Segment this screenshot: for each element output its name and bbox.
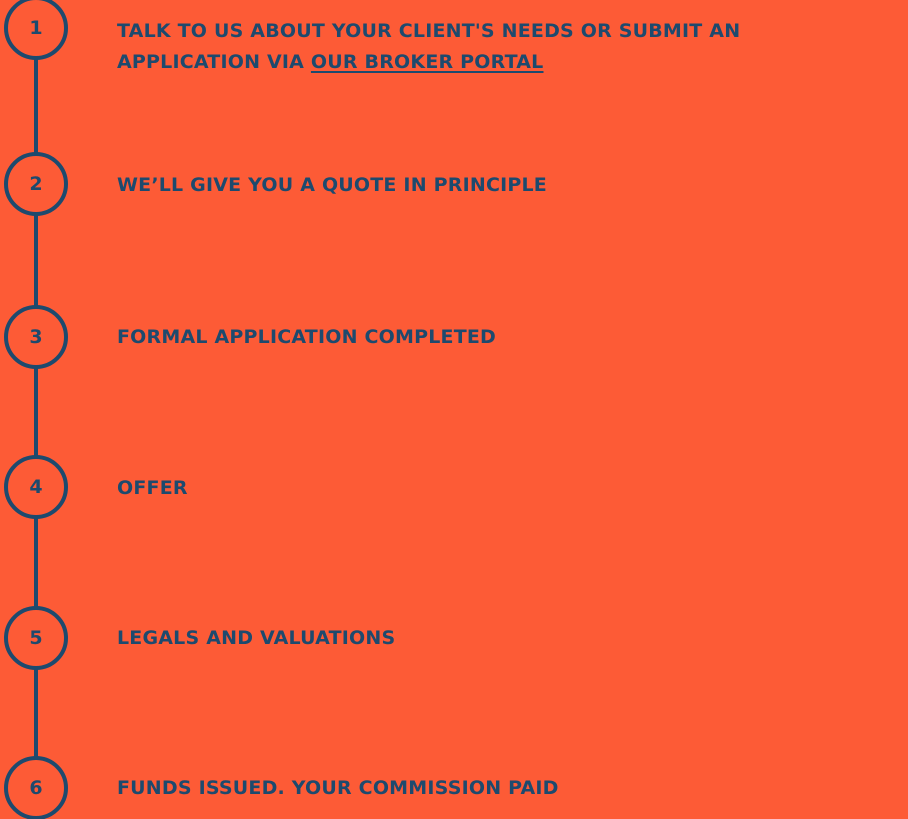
step-4-text: OFFER [117, 477, 188, 499]
step-4-circle: 4 [4, 455, 68, 519]
step-6-number: 6 [29, 777, 43, 799]
step-6-text: FUNDS ISSUED. YOUR COMMISSION PAID [117, 777, 559, 799]
step-1-circle: 1 [4, 0, 68, 60]
step-4-number: 4 [29, 476, 43, 498]
step-1-number: 1 [29, 17, 43, 39]
step-1-line-1: TALK TO US ABOUT YOUR CLIENT'S NEEDS OR … [117, 20, 741, 42]
step-2-circle: 2 [4, 152, 68, 216]
step-3-circle: 3 [4, 305, 68, 369]
step-5-text: LEGALS AND VALUATIONS [117, 627, 396, 649]
step-6-circle: 6 [4, 756, 68, 819]
broker-portal-link[interactable]: OUR BROKER PORTAL [311, 51, 544, 73]
step-1-text: TALK TO US ABOUT YOUR CLIENT'S NEEDS OR … [117, 16, 907, 78]
timeline-line [34, 0, 38, 819]
step-5-circle: 5 [4, 606, 68, 670]
process-steps-diagram: 1 TALK TO US ABOUT YOUR CLIENT'S NEEDS O… [0, 0, 908, 819]
step-3-number: 3 [29, 326, 43, 348]
step-5-number: 5 [29, 627, 43, 649]
step-1-line-2: APPLICATION VIA [117, 51, 311, 73]
step-2-text: WE’LL GIVE YOU A QUOTE IN PRINCIPLE [117, 174, 547, 196]
step-2-number: 2 [29, 173, 43, 195]
step-3-text: FORMAL APPLICATION COMPLETED [117, 326, 497, 348]
